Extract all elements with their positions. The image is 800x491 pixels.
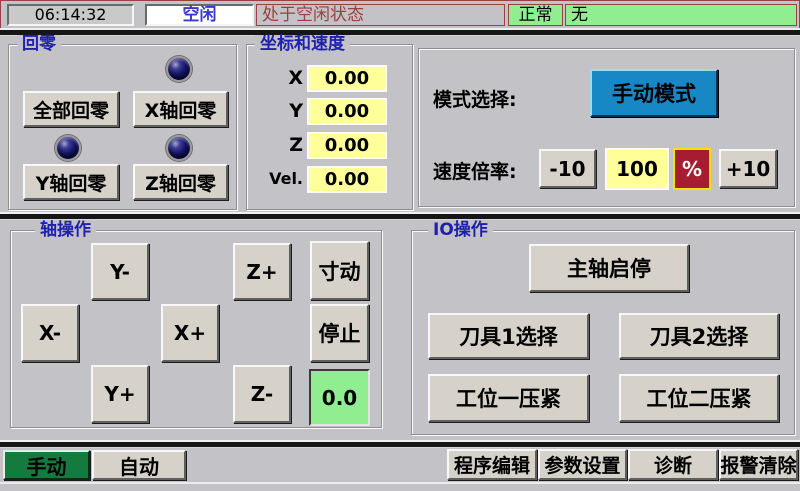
tool1-select-button[interactable]: 刀具1选择 (428, 313, 589, 359)
x-home-led-indicator (166, 56, 192, 82)
speed-override-label: 速度倍率: (433, 157, 517, 184)
manual-mode-button[interactable]: 手动模式 (590, 69, 718, 117)
home-all-button[interactable]: 全部回零 (23, 91, 119, 127)
z-minus-button[interactable]: Z- (233, 365, 291, 423)
x-plus-button[interactable]: X+ (161, 304, 219, 362)
diagnosis-button[interactable]: 诊断 (628, 449, 718, 480)
jog-button[interactable]: 寸动 (310, 241, 369, 300)
io-group: IO操作 主轴启停 刀具1选择 刀具2选择 工位一压紧 工位二压紧 (411, 230, 795, 435)
station2-clamp-button[interactable]: 工位二压紧 (619, 374, 779, 422)
override-increase-button[interactable]: +10 (719, 149, 777, 188)
y-minus-button[interactable]: Y- (91, 243, 149, 300)
home-x-button[interactable]: X轴回零 (133, 91, 228, 127)
tab-auto[interactable]: 自动 (92, 450, 186, 480)
override-value-display: 100 (605, 148, 669, 190)
param-settings-button[interactable]: 参数设置 (538, 449, 627, 480)
x-coord-label: X (251, 65, 303, 91)
spindle-toggle-button[interactable]: 主轴启停 (529, 244, 689, 292)
divider-bottom (0, 440, 800, 448)
tool2-select-button[interactable]: 刀具2选择 (619, 313, 779, 359)
homing-group: 回零 全部回零 X轴回零 Y轴回零 Z轴回零 (8, 44, 237, 210)
vel-label: Vel. (251, 166, 303, 192)
x-coord-display: 0.00 (307, 65, 387, 92)
y-coord-label: Y (251, 98, 303, 124)
percent-sign: % (673, 148, 711, 190)
coords-group: 坐标和速度 X Y Z Vel. 0.00 0.00 0.00 0.00 (246, 44, 413, 210)
jog-step-value-field[interactable]: 0.0 (309, 369, 370, 426)
program-edit-button[interactable]: 程序编辑 (447, 449, 537, 480)
alarm-message: 无 (565, 4, 797, 26)
status-message: 处于空闲状态 (256, 4, 505, 26)
home-z-button[interactable]: Z轴回零 (133, 164, 228, 200)
z-home-led-indicator (166, 135, 192, 161)
divider-top (0, 28, 800, 36)
velocity-display: 0.00 (307, 166, 387, 193)
axis-group-title: 轴操作 (35, 221, 96, 240)
mode-status-display: 空闲 (145, 4, 254, 26)
coords-group-title: 坐标和速度 (255, 35, 350, 54)
tab-manual[interactable]: 手动 (3, 450, 90, 480)
divider-middle (0, 212, 800, 220)
y-plus-button[interactable]: Y+ (91, 365, 149, 423)
override-decrease-button[interactable]: -10 (539, 149, 596, 188)
home-y-button[interactable]: Y轴回零 (23, 164, 119, 200)
z-plus-button[interactable]: Z+ (233, 243, 291, 300)
y-home-led-indicator (55, 135, 81, 161)
z-coord-display: 0.00 (307, 132, 387, 159)
y-coord-display: 0.00 (307, 98, 387, 125)
alarm-state-badge: 正常 (508, 4, 563, 26)
bottom-edge-line (0, 482, 800, 484)
io-group-title: IO操作 (428, 221, 493, 240)
z-coord-label: Z (251, 132, 303, 158)
alarm-clear-button[interactable]: 报警清除 (719, 449, 798, 480)
clock-display: 06:14:32 (7, 4, 134, 26)
stop-button[interactable]: 停止 (310, 304, 369, 362)
status-bar: 06:14:32 空闲 处于空闲状态 正常 无 (0, 0, 800, 28)
homing-group-title: 回零 (17, 35, 61, 54)
x-minus-button[interactable]: X- (21, 304, 79, 362)
axis-group: 轴操作 Y- Z+ 寸动 X- X+ 停止 Y+ Z- 0.0 (10, 230, 382, 428)
mode-panel: 模式选择: 手动模式 速度倍率: -10 100 % +10 (418, 48, 795, 207)
mode-select-label: 模式选择: (433, 85, 517, 112)
station1-clamp-button[interactable]: 工位一压紧 (428, 374, 589, 422)
